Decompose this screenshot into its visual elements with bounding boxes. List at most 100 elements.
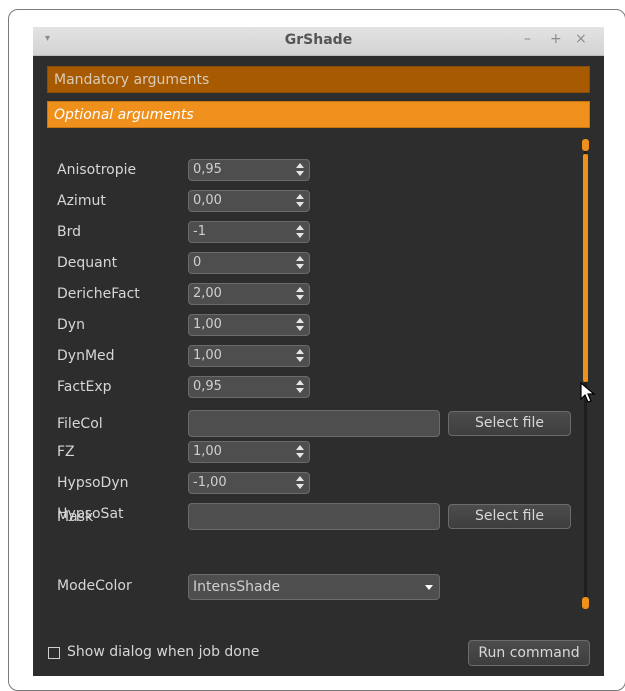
arg-label: Mask <box>57 509 94 525</box>
spin-down-icon[interactable] <box>296 233 304 238</box>
arg-row-dequant: Dequant 0 <box>33 251 604 281</box>
spin-up-icon[interactable] <box>296 225 304 230</box>
spin-up-icon[interactable] <box>296 256 304 261</box>
arg-label: Anisotropie <box>57 162 137 178</box>
arg-row-mask: Mask Select file <box>33 503 604 533</box>
arg-spinbox[interactable]: 0,95 <box>188 376 310 398</box>
spin-down-icon[interactable] <box>296 388 304 393</box>
spinbox-value: 0,00 <box>193 193 222 208</box>
spin-up-icon[interactable] <box>296 476 304 481</box>
arg-row-modecolor: ModeColor IntensShade <box>33 574 604 604</box>
arg-row-derichefact: DericheFact 2,00 <box>33 282 604 312</box>
chevron-down-icon[interactable] <box>425 585 433 590</box>
spin-arrows-icon[interactable] <box>296 192 306 210</box>
arg-label: FileCol <box>57 416 103 432</box>
spinbox-value: -1,00 <box>193 475 227 490</box>
arg-label: FactExp <box>57 379 112 395</box>
mandatory-arguments-header[interactable]: Mandatory arguments <box>47 66 590 93</box>
arg-spinbox[interactable]: 0,95 <box>188 159 310 181</box>
spinbox-value: -1 <box>193 224 206 239</box>
select-file-button[interactable]: Select file <box>448 504 571 529</box>
optional-arguments-header[interactable]: Optional arguments <box>47 101 590 128</box>
spin-arrows-icon[interactable] <box>296 378 306 396</box>
arg-spinbox[interactable]: -1 <box>188 221 310 243</box>
arg-label: HypsoDyn <box>57 475 129 491</box>
arg-row-hypsodyn: HypsoDyn -1,00 <box>33 471 604 501</box>
spin-up-icon[interactable] <box>296 194 304 199</box>
arg-row-anisotropie: Anisotropie 0,95 <box>33 158 604 188</box>
arg-spinbox[interactable]: 0 <box>188 252 310 274</box>
arg-spinbox[interactable]: 1,00 <box>188 441 310 463</box>
mouse-cursor-icon <box>580 382 596 403</box>
grshade-dialog: ▾ GrShade – + × Mandatory arguments Opti… <box>33 27 604 676</box>
spin-down-icon[interactable] <box>296 357 304 362</box>
file-path-field[interactable] <box>188 410 440 437</box>
arg-spinbox[interactable]: 1,00 <box>188 345 310 367</box>
arg-row-brd: Brd -1 <box>33 220 604 250</box>
run-command-button[interactable]: Run command <box>468 640 590 666</box>
spin-arrows-icon[interactable] <box>296 347 306 365</box>
spin-down-icon[interactable] <box>296 295 304 300</box>
spin-up-icon[interactable] <box>296 445 304 450</box>
spin-arrows-icon[interactable] <box>296 443 306 461</box>
arg-spinbox[interactable]: -1,00 <box>188 472 310 494</box>
maximize-icon[interactable]: + <box>550 31 562 47</box>
spinbox-value: 0,95 <box>193 379 222 394</box>
spin-up-icon[interactable] <box>296 287 304 292</box>
spin-down-icon[interactable] <box>296 202 304 207</box>
scrollbar-thumb[interactable] <box>583 154 588 382</box>
window-title: GrShade <box>284 32 353 48</box>
show-dialog-label: Show dialog when job done <box>67 644 260 660</box>
spinbox-value: 1,00 <box>193 317 222 332</box>
show-dialog-checkbox[interactable] <box>48 647 60 659</box>
spin-arrows-icon[interactable] <box>296 285 306 303</box>
arg-row-filecol: FileCol Select file <box>33 410 604 440</box>
arg-label: DynMed <box>57 348 115 364</box>
arg-label: Dyn <box>57 317 85 333</box>
arg-combobox[interactable]: IntensShade <box>188 574 440 600</box>
spin-arrows-icon[interactable] <box>296 474 306 492</box>
arg-label: Azimut <box>57 193 106 209</box>
arg-label: DericheFact <box>57 286 140 302</box>
spin-up-icon[interactable] <box>296 163 304 168</box>
spin-down-icon[interactable] <box>296 171 304 176</box>
minimize-icon[interactable]: – <box>524 31 531 47</box>
arg-label: ModeColor <box>57 578 132 594</box>
spin-up-icon[interactable] <box>296 318 304 323</box>
arg-row-dyn: Dyn 1,00 <box>33 313 604 343</box>
spin-down-icon[interactable] <box>296 453 304 458</box>
close-icon[interactable]: × <box>575 31 587 47</box>
file-path-field[interactable] <box>188 503 440 530</box>
spin-arrows-icon[interactable] <box>296 316 306 334</box>
arg-spinbox[interactable]: 0,00 <box>188 190 310 212</box>
spinbox-value: 2,00 <box>193 286 222 301</box>
arg-row-factexp: FactExp 0,95 <box>33 375 604 405</box>
spinbox-value: 1,00 <box>193 348 222 363</box>
arg-label: FZ <box>57 444 75 460</box>
spin-down-icon[interactable] <box>296 484 304 489</box>
scroll-down-arrow[interactable] <box>582 597 589 609</box>
spin-down-icon[interactable] <box>296 264 304 269</box>
scroll-up-arrow[interactable] <box>582 139 589 151</box>
spinbox-value: 1,00 <box>193 444 222 459</box>
spinbox-value: 0 <box>193 255 202 270</box>
arg-row-dynmed: DynMed 1,00 <box>33 344 604 374</box>
combobox-value: IntensShade <box>193 579 281 595</box>
arg-spinbox[interactable]: 2,00 <box>188 283 310 305</box>
arg-label: Dequant <box>57 255 118 271</box>
arg-row-fz: FZ 1,00 <box>33 440 604 470</box>
spinbox-value: 0,95 <box>193 162 222 177</box>
vertical-scrollbar[interactable] <box>581 139 590 609</box>
spin-arrows-icon[interactable] <box>296 161 306 179</box>
spin-up-icon[interactable] <box>296 349 304 354</box>
arg-spinbox[interactable]: 1,00 <box>188 314 310 336</box>
arg-row-azimut: Azimut 0,00 <box>33 189 604 219</box>
select-file-button[interactable]: Select file <box>448 411 571 436</box>
arg-label: Brd <box>57 224 82 240</box>
spin-down-icon[interactable] <box>296 326 304 331</box>
spin-arrows-icon[interactable] <box>296 223 306 241</box>
arguments-scroll-area[interactable]: Anisotropie 0,95 Azimut 0,00 Brd -1 Dequant 0 De… <box>33 137 604 611</box>
spin-arrows-icon[interactable] <box>296 254 306 272</box>
spin-up-icon[interactable] <box>296 380 304 385</box>
title-bar: ▾ GrShade – + × <box>33 27 604 56</box>
